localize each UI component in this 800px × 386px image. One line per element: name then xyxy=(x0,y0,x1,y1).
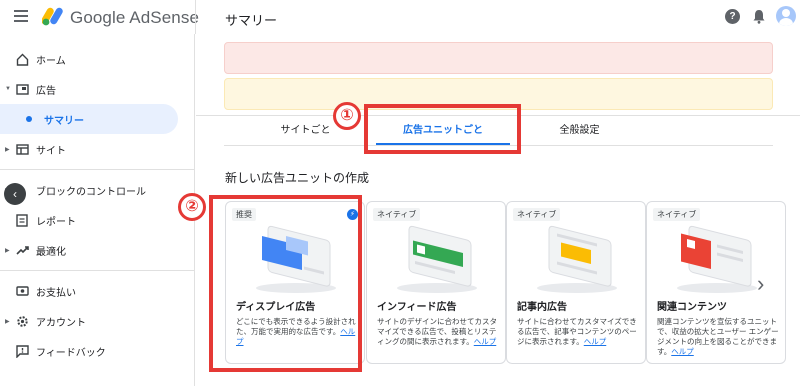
annotation-number-2: ② xyxy=(178,193,206,221)
sidebar-item-block-controls[interactable]: ▶ ブロックのコントロール xyxy=(0,175,195,205)
header-divider xyxy=(195,0,196,34)
chevron-right-icon[interactable]: › xyxy=(757,271,764,297)
sidebar-item-reports[interactable]: レポート xyxy=(0,205,195,235)
trending-up-icon xyxy=(15,243,29,257)
menu-icon[interactable] xyxy=(14,10,28,22)
collapse-sidebar-button[interactable]: ‹ xyxy=(4,183,26,205)
sidebar-item-label: ホーム xyxy=(36,55,66,67)
sidebar: ホーム ▼ 広告 サマリー ▶ サイト ▶ ブロックのコントロール レポート ▶… xyxy=(0,34,195,386)
sidebar-item-home[interactable]: ホーム xyxy=(0,44,195,74)
ad-type-card-matched-content[interactable]: ネイティブ 関連コンテンツ 関連コンテンツを宣伝するユニットで、収益の拡大とユー… xyxy=(646,201,786,364)
sidebar-item-optimization[interactable]: ▶ 最適化 xyxy=(0,235,195,265)
card-description: 関連コンテンツを宣伝するユニットで、収益の拡大とユーザー エンゲージメントの向上… xyxy=(657,317,781,357)
sidebar-divider xyxy=(0,169,195,170)
help-link[interactable]: ヘルプ xyxy=(584,337,607,346)
page-title: サマリー xyxy=(225,13,278,28)
card-title: 記事内広告 xyxy=(517,302,567,313)
card-description: サイトに合わせてカスタマイズできる広告で、記事やコンテンツのページに表示されます… xyxy=(517,317,641,347)
annotation-number-1: ① xyxy=(333,102,361,130)
annotation-box-2 xyxy=(209,195,362,372)
help-link[interactable]: ヘルプ xyxy=(671,347,694,356)
sidebar-item-label: レポート xyxy=(36,216,76,228)
bell-icon[interactable] xyxy=(752,9,766,24)
sidebar-item-account[interactable]: ▶ アカウント xyxy=(0,306,195,336)
sidebar-item-feedback[interactable]: フィードバック xyxy=(0,336,195,366)
alert-banner-error xyxy=(224,42,773,74)
card-title: インフィード広告 xyxy=(377,302,457,313)
sidebar-item-label: お支払い xyxy=(36,287,76,299)
sidebar-item-label: ブロックのコントロール xyxy=(36,186,146,198)
sidebar-item-label: フィードバック xyxy=(36,347,106,359)
ad-type-card-in-article[interactable]: ネイティブ 記事内広告 サイトに合わせてカスタマイズできる広告で、記事やコンテン… xyxy=(506,201,646,364)
in-article-ad-illustration xyxy=(537,225,617,293)
gear-icon xyxy=(15,314,29,328)
sidebar-item-sites[interactable]: ▶ サイト xyxy=(0,134,195,164)
caret-right-icon: ▶ xyxy=(5,318,10,325)
caret-right-icon: ▶ xyxy=(5,247,10,254)
sidebar-item-summary[interactable]: サマリー xyxy=(0,104,178,134)
section-title: 新しい広告ユニットの作成 xyxy=(225,171,370,185)
sidebar-divider xyxy=(0,270,195,271)
sidebar-item-label: サマリー xyxy=(44,115,84,127)
card-badge: ネイティブ xyxy=(653,208,701,221)
card-description: サイトのデザインに合わせてカスタマイズできる広告で、投稿とリスティングの間に表示… xyxy=(377,317,501,347)
adsense-logo xyxy=(42,7,63,26)
tab-general-settings[interactable]: 全般設定 xyxy=(512,118,647,144)
ad-type-card-infeed[interactable]: ネイティブ インフィード広告 サイトのデザインに合わせてカスタマイズできる広告で… xyxy=(366,201,506,364)
matched-content-illustration xyxy=(677,225,757,293)
ads-icon xyxy=(15,82,29,96)
sidebar-item-label: アカウント xyxy=(36,317,86,329)
payments-icon xyxy=(15,284,29,298)
dot-icon xyxy=(26,116,32,122)
help-icon[interactable]: ? xyxy=(725,9,740,24)
sidebar-item-label: 最適化 xyxy=(36,246,66,258)
reports-icon xyxy=(15,213,29,227)
sidebar-item-label: サイト xyxy=(36,145,66,157)
sidebar-item-label: 広告 xyxy=(36,85,56,97)
annotation-box-1 xyxy=(364,104,521,154)
sidebar-item-payments[interactable]: お支払い xyxy=(0,276,195,306)
top-bar: Google AdSense サマリー ? xyxy=(0,0,800,34)
home-icon xyxy=(15,52,29,66)
card-badge: ネイティブ xyxy=(513,208,561,221)
sidebar-item-ads[interactable]: ▼ 広告 xyxy=(0,74,195,104)
avatar[interactable] xyxy=(776,6,796,26)
caret-right-icon: ▶ xyxy=(5,146,10,153)
card-badge: ネイティブ xyxy=(373,208,421,221)
caret-down-icon: ▼ xyxy=(5,86,11,92)
infeed-ad-illustration xyxy=(397,225,477,293)
sites-icon xyxy=(15,142,29,156)
card-description-text: サイトに合わせてカスタマイズできる広告で、記事やコンテンツのページに表示されます… xyxy=(517,317,637,346)
help-link[interactable]: ヘルプ xyxy=(474,337,497,346)
brand-name: Google AdSense xyxy=(70,8,199,27)
card-title: 関連コンテンツ xyxy=(657,302,727,313)
feedback-icon xyxy=(15,344,29,358)
